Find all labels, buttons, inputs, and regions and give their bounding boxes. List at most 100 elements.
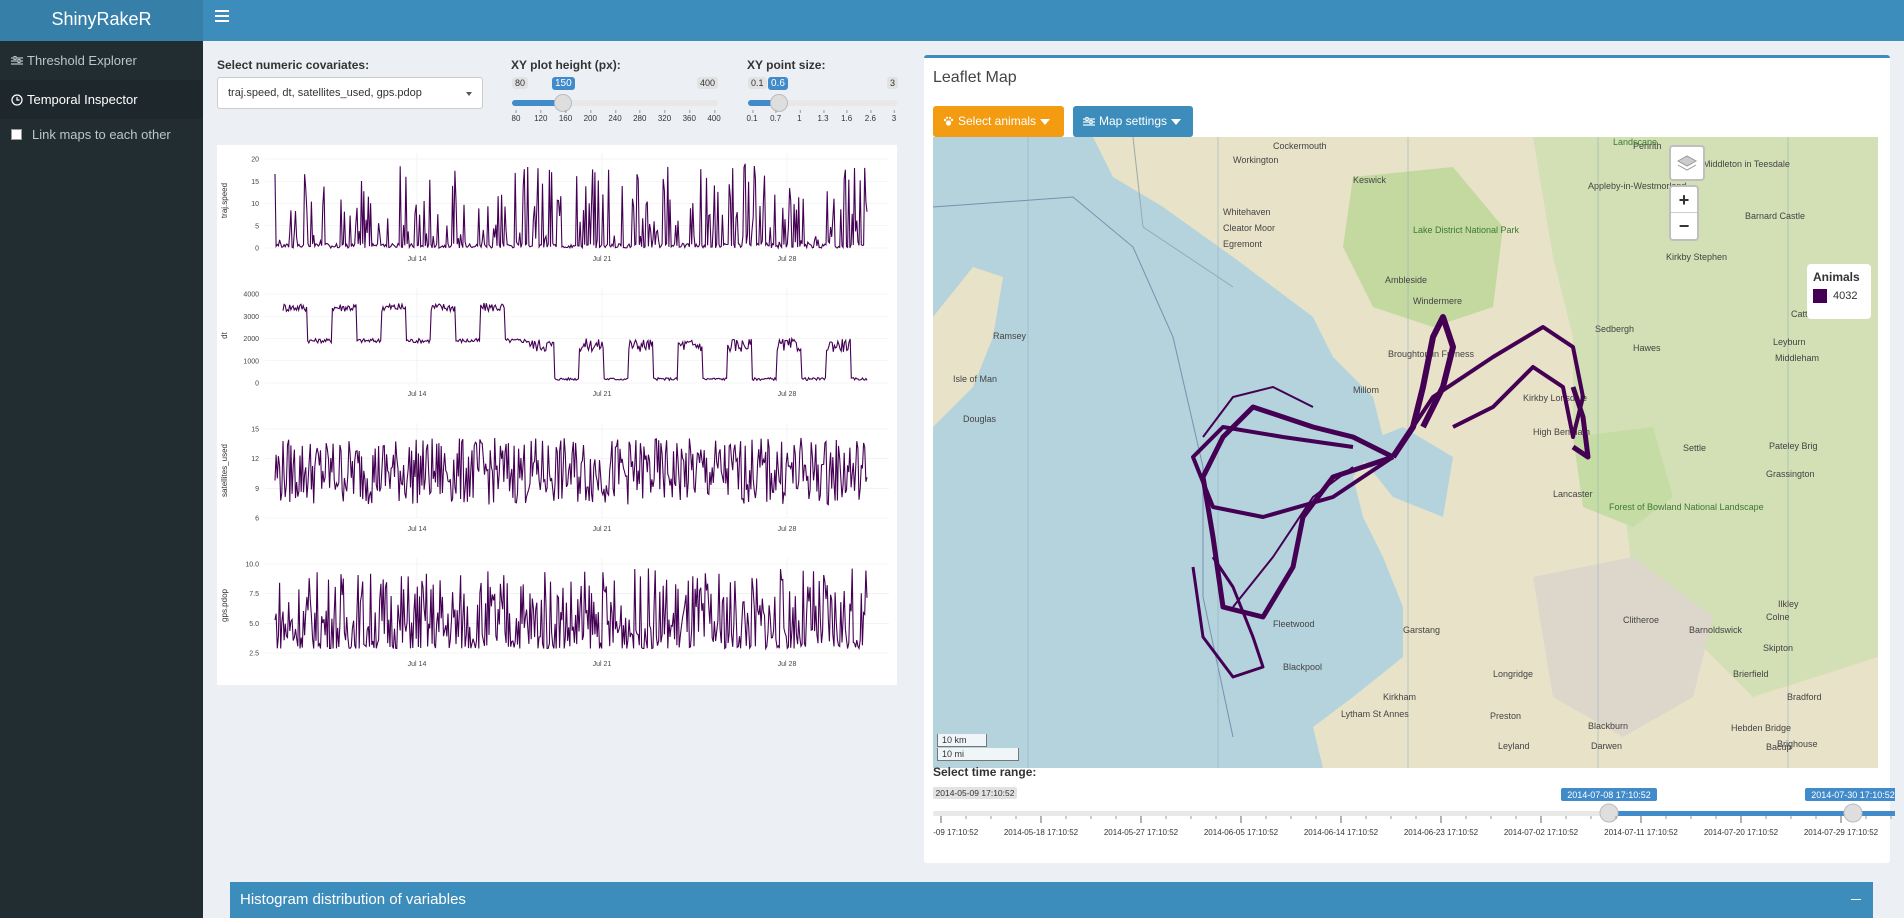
x-tick-label: Jul 14 [408, 526, 427, 533]
sliders-icon [11, 55, 23, 65]
point-max-label: 3 [886, 77, 898, 89]
covariates-select[interactable]: traj.speed, dt, satellites_used, gps.pdo… [217, 77, 483, 109]
map-place-label: Hawes [1633, 343, 1661, 353]
xy-plot-satellites_used: 6 9 12 15 satellites_used Jul 14 Jul 21 Jul 28 [220, 423, 889, 533]
map-place-label: Lake District National Park [1413, 225, 1520, 235]
map-place-label: Forest of Bowland National Landscape [1609, 502, 1764, 512]
height-min-label: 80 [512, 77, 529, 89]
map-place-label: Barnoldswick [1689, 625, 1743, 635]
map-settings-label: Map settings [1099, 114, 1168, 128]
y-tick-label: 2.5 [249, 651, 259, 658]
x-tick-label: Jul 28 [778, 661, 797, 668]
time-to-label: 2014-07-30 17:10:52 [1811, 790, 1895, 800]
map-place-label: Middleton in Teesdale [1703, 159, 1790, 169]
map-place-label: Bradford [1787, 692, 1822, 702]
xy-plot-traj-speed: 0 5 10 15 20 traj.speed Jul 14 Jul 21 Jul 28 [220, 153, 889, 263]
caret-down-icon [466, 92, 472, 96]
y-tick-label: 12 [251, 456, 259, 463]
link-maps-label: Link maps to each other [32, 127, 171, 142]
map-place-label: Darwen [1591, 741, 1622, 751]
slider-tick: 240 [608, 110, 622, 123]
y-axis-label: dt [220, 331, 229, 338]
time-from-handle[interactable] [1599, 803, 1619, 823]
map-place-label: Brighouse [1777, 739, 1818, 749]
series-line [274, 437, 868, 506]
xy-plot-dt: 0 1000 2000 3000 4000 dt Jul 14 Jul 21 Jul 28 [220, 288, 889, 398]
map-place-label: Leyburn [1773, 337, 1806, 347]
time-from-label: 2014-07-08 17:10:52 [1567, 790, 1651, 800]
map-place-label: Colne [1766, 612, 1790, 622]
zoom-out-button[interactable]: − [1671, 213, 1697, 239]
map-place-label: Kirkby Stephen [1666, 252, 1727, 262]
time-to-handle[interactable] [1843, 803, 1863, 823]
map-place-label: Windermere [1413, 296, 1462, 306]
map-settings-button[interactable]: Map settings [1073, 106, 1193, 137]
y-axis-label: satellites_used [220, 444, 229, 497]
map-place-label: Middleham [1775, 353, 1819, 363]
map-box: Leaflet Map Select animals Map settings [924, 55, 1890, 863]
time-tick-label: 2014-05-09 17:10:52 [933, 828, 979, 837]
slider-tick: 0.7 [770, 110, 781, 123]
time-tick-label: 2014-06-14 17:10:52 [1304, 828, 1379, 837]
y-tick-label: 15 [251, 179, 259, 186]
legend-title: Animals [1813, 270, 1860, 284]
clock-icon [11, 93, 23, 106]
time-tick-label: 2014-07-29 17:10:52 [1804, 828, 1879, 837]
legend-label: 4032 [1833, 290, 1858, 302]
height-slider[interactable]: 80 400 150 80 120 160 200 240 280 320 360 400 [512, 77, 721, 127]
point-min-label: 0.1 [748, 77, 767, 89]
y-tick-label: 1000 [243, 358, 259, 365]
map-place-label: High Bentham [1533, 427, 1590, 437]
zoom-in-button[interactable]: + [1671, 187, 1697, 213]
map-place-label: Ilkley [1778, 599, 1799, 609]
x-tick-label: Jul 14 [408, 256, 427, 263]
sidebar-toggle-icon[interactable] [215, 10, 229, 26]
map-place-label: Leyland [1498, 741, 1530, 751]
series-line [274, 163, 868, 250]
layers-control[interactable] [1669, 145, 1705, 181]
slider-tick: 3 [892, 110, 896, 123]
sidebar-item-temporal-inspector[interactable]: Temporal Inspector [0, 80, 203, 119]
slider-tick: 280 [633, 110, 646, 123]
slider-tick: 1.6 [841, 110, 852, 123]
time-tick-label: 2014-06-23 17:10:52 [1404, 828, 1479, 837]
y-tick-label: 4000 [243, 292, 259, 299]
covariates-value: traj.speed, dt, satellites_used, gps.pdo… [228, 87, 422, 99]
xy-plots-panel: 0 5 10 15 20 traj.speed Jul 14 Jul 21 Jul 28 0 100… [217, 145, 897, 685]
histogram-box-header: Histogram distribution of variables [230, 882, 1873, 918]
leaflet-map[interactable]: Cockermouth Penrith Workington Keswick Apple… [933, 137, 1878, 768]
x-tick-label: Jul 28 [778, 391, 797, 398]
map-place-label: Ramsey [993, 331, 1027, 341]
map-place-label: Blackburn [1588, 721, 1628, 731]
slider-tick: 80 [512, 110, 520, 123]
app-logo[interactable]: ShinyRakeR [0, 0, 203, 41]
select-animals-button[interactable]: Select animals [933, 106, 1064, 137]
slider-tick: 200 [584, 110, 597, 123]
map-place-label: Kirkham [1383, 692, 1416, 702]
map-place-label: Hebden Bridge [1731, 723, 1791, 733]
map-place-label: Cleator Moor [1223, 223, 1275, 233]
y-tick-label: 7.5 [249, 591, 259, 598]
time-range-slider[interactable]: 2014-05-09 17:10:52 2014-07-08 17:10:52 … [904, 785, 1904, 845]
map-place-label: Garstang [1403, 625, 1440, 635]
collapse-icon[interactable] [1851, 899, 1861, 900]
sidebar-item-threshold-explorer[interactable]: Threshold Explorer [0, 41, 203, 80]
y-tick-label: 9 [255, 486, 259, 493]
map-place-label: Barnard Castle [1745, 211, 1805, 221]
map-place-label: Grassington [1766, 469, 1815, 479]
x-tick-label: Jul 14 [408, 661, 427, 668]
covariates-label: Select numeric covariates: [217, 58, 370, 72]
link-maps-checkbox-row[interactable]: Link maps to each other [0, 127, 203, 142]
sidebar-item-label: Threshold Explorer [27, 53, 137, 68]
point-size-slider[interactable]: 0.1 3 0.6 0.1 0.7 1 1.3 1.6 2.6 3 [746, 77, 898, 127]
slider-tick: 1 [797, 110, 802, 123]
map-place-label: Brierfield [1733, 669, 1769, 679]
select-animals-label: Select animals [958, 114, 1037, 128]
map-place-label: Landscape [1613, 137, 1657, 147]
x-tick-label: Jul 21 [593, 256, 612, 263]
map-tiles: Cockermouth PenrithWorkingtonKeswickApple… [933, 137, 1878, 768]
sliders-icon [1083, 116, 1095, 126]
x-tick-label: Jul 28 [778, 526, 797, 533]
link-maps-checkbox[interactable] [11, 129, 22, 140]
series-line [282, 302, 868, 382]
